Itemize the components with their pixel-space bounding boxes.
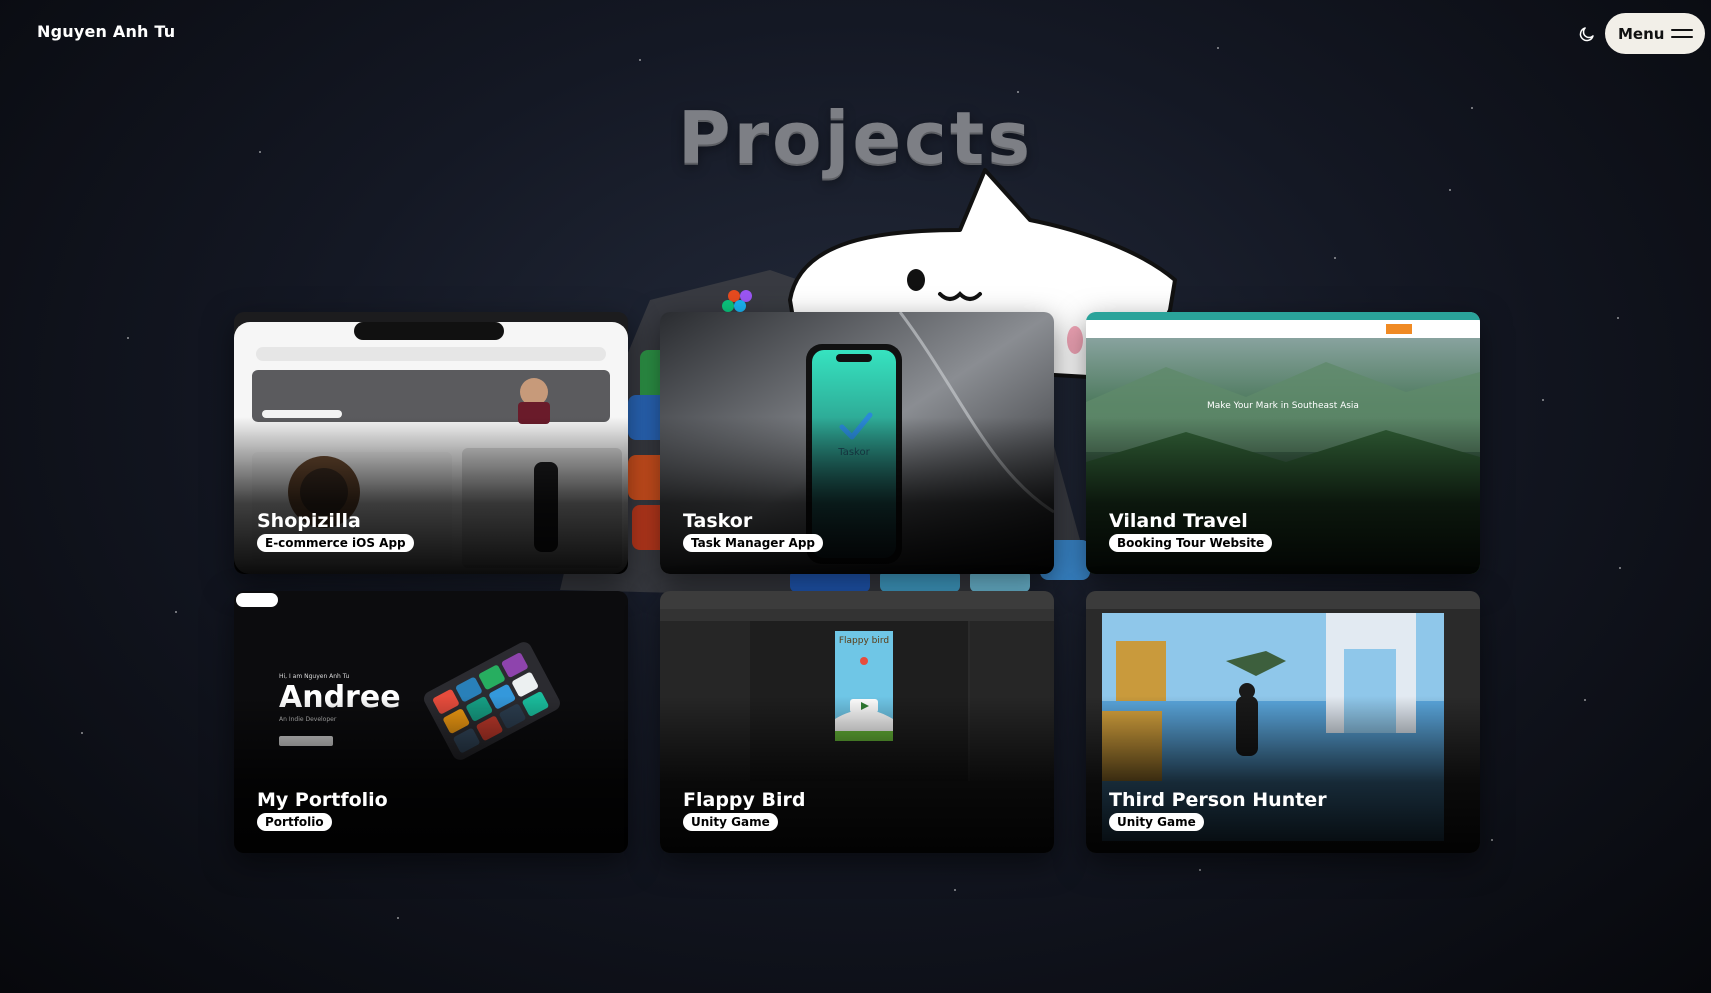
- project-card-flappy-bird[interactable]: Flappy bird Flappy Bird Unity Game: [660, 591, 1054, 853]
- project-title: Third Person Hunter: [1109, 789, 1327, 811]
- project-card-third-person-hunter[interactable]: Third Person Hunter Unity Game: [1086, 591, 1480, 853]
- site-logo-name[interactable]: Nguyen Anh Tu: [37, 22, 175, 41]
- svg-text:Make Your Mark in Southeast As: Make Your Mark in Southeast Asia: [1207, 401, 1359, 411]
- svg-text:Hi, I am Nguyen Anh Tu: Hi, I am Nguyen Anh Tu: [279, 673, 350, 680]
- hamburger-icon: [1671, 29, 1693, 38]
- page-title: Projects: [677, 96, 1034, 180]
- theme-toggle-button[interactable]: [1576, 23, 1598, 45]
- project-tag: Portfolio: [257, 813, 332, 831]
- project-title: Shopizilla: [257, 510, 361, 532]
- project-tag: Unity Game: [1109, 813, 1204, 831]
- project-title: Taskor: [683, 510, 753, 532]
- project-card-viland-travel[interactable]: Make Your Mark in Southeast Asia Viland …: [1086, 312, 1480, 574]
- moon-icon: [1579, 27, 1594, 42]
- project-card-taskor[interactable]: Taskor Taskor Task Manager App: [660, 312, 1054, 574]
- project-tag: E-commerce iOS App: [257, 534, 414, 552]
- project-title: Flappy Bird: [683, 789, 806, 811]
- flappy-bird-game-title: Flappy bird: [839, 636, 889, 646]
- project-tag: Booking Tour Website: [1109, 534, 1273, 552]
- project-tag: Unity Game: [683, 813, 778, 831]
- project-title: Viland Travel: [1109, 510, 1248, 532]
- project-card-shopizilla[interactable]: Shopizilla E-commerce iOS App: [234, 312, 628, 574]
- project-tag: Task Manager App: [683, 534, 824, 552]
- menu-button[interactable]: Menu: [1605, 13, 1705, 54]
- menu-label: Menu: [1618, 24, 1665, 43]
- project-card-my-portfolio[interactable]: Hi, I am Nguyen Anh Tu Andree An Indie D…: [234, 591, 628, 853]
- project-title: My Portfolio: [257, 789, 388, 811]
